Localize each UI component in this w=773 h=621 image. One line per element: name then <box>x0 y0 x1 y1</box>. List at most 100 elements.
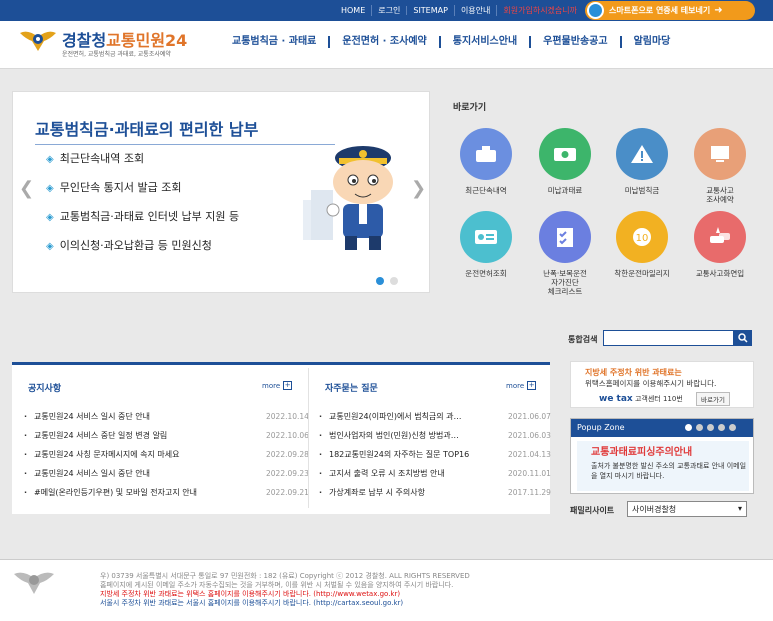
slider-feature-list: ◈ 최근단속내역 조회 ◈ 무인단속 통지서 발급 조회 ◈ 교통범칙금·과태료 인터… <box>46 152 239 268</box>
police-mascot-illustration <box>303 146 393 250</box>
police-emblem-icon <box>14 572 54 594</box>
wetax-banner-line1: 지방세 주정차 위반 과태료는 <box>585 368 682 377</box>
slider-next-button[interactable]: ❯ <box>411 178 426 199</box>
plus-icon: + <box>527 381 537 390</box>
footer-info: 우) 03739 서울특별시 서대문구 통일로 97 민원전화 : 182 (유… <box>100 572 470 608</box>
notice-row-title[interactable]: 교통민원24 서비스 일시 중단 안내 <box>34 468 254 479</box>
smartphone-button[interactable]: 스마트폰으로 연중세 테보네기 ➜ <box>585 1 755 20</box>
family-site-select[interactable]: 사이버경찰청 ▾ <box>627 501 747 517</box>
login-link[interactable]: 로그인 <box>371 5 406 16</box>
notice-row-title[interactable]: #메일(온라인등기우편) 및 모바일 전자고지 안내 <box>34 487 254 498</box>
wetax-banner[interactable]: 지방세 주정차 위반 과태료는 위택스홈페이지를 이용해주시기 바랍니다. we… <box>570 361 754 408</box>
top-utility-bar: HOME 로그인 SITEMAP 이용안내 회원가입하시겠습니까 스마트폰으로 … <box>0 0 773 21</box>
checklist-icon <box>539 211 591 263</box>
quick-item-label: 교통사고 조사예약 <box>706 186 734 204</box>
nav-fines[interactable]: 교통범칙금 · 과태료 <box>232 36 328 48</box>
smartphone-button-label: 스마트폰으로 연중세 테보네기 <box>609 6 711 15</box>
popup-banner[interactable]: 교통과태료피싱주의안내 출처가 불분명한 발신 주소의 교통과태료 안내 이메일… <box>577 441 749 491</box>
popup-dot[interactable] <box>729 424 736 431</box>
quick-links-title: 바로가기 <box>453 103 487 113</box>
quick-item-label: 운전면허조회 <box>465 269 507 278</box>
signup-link[interactable]: 회원가입하시겠습니까 <box>496 5 583 16</box>
guide-link[interactable]: 이용안내 <box>453 5 496 16</box>
faq-row[interactable]: · 182교통민원24의 자주하는 질문 TOP16 2021.04.13 <box>319 445 551 464</box>
footer-wetax-link[interactable]: 지방세 주정차 위반 과태료는 위택스 홈페이지를 이용해주시기 바랍니다. (… <box>100 590 470 599</box>
quick-item-good-driving-mileage[interactable]: 10 착한운전마일리지 <box>607 211 677 278</box>
slider-prev-button[interactable]: ❮ <box>19 178 34 199</box>
notice-row[interactable]: · 교통민원24 서비스 중단 일정 변경 알림 2022.10.06 <box>24 426 309 445</box>
quick-item-label: 교통사고화연입 <box>695 269 745 278</box>
quick-item-recent-violations[interactable]: 최근단속내역 <box>451 128 521 195</box>
faq-row-date: 2021.04.13 <box>508 450 551 459</box>
slider-title: 교통범칙금·과태료의 편리한 납부 <box>35 120 259 139</box>
nav-notice-board[interactable]: 알림마당 <box>619 36 683 48</box>
quick-item-label: 난폭·보복운전 자가진단 체크리스트 <box>543 269 587 296</box>
quick-item-label: 미납과태료 <box>547 186 583 195</box>
faq-row-title[interactable]: 가상계좌로 납부 시 주의사항 <box>329 487 497 498</box>
wetax-contact-text: 고객센터 110번 <box>634 395 683 403</box>
notice-row-title[interactable]: 교통민원24 사칭 문자메시지에 속지 마세요 <box>34 449 254 460</box>
faq-row[interactable]: · 교통민원24(이파인)에서 범칙금의 과… 2021.06.07 <box>319 407 551 426</box>
faq-more-link[interactable]: more + <box>506 381 537 390</box>
bullet-icon: · <box>319 469 323 478</box>
notice-row[interactable]: · 교통민원24 서비스 일시 중단 안내 2022.10.14 <box>24 407 309 426</box>
footer-seoul-link[interactable]: 서울시 주정차 위반 과태료는 서울시 홈페이지를 이용해주시기 바랍니다. (… <box>100 599 470 608</box>
faq-row-date: 2021.06.03 <box>508 431 551 440</box>
slider-item: ◈ 최근단속내역 조회 <box>46 152 239 181</box>
notice-row[interactable]: · #메일(온라인등기우편) 및 모바일 전자고지 안내 2022.09.21 <box>24 483 309 502</box>
slider-dot[interactable] <box>390 277 398 285</box>
quick-item-unpaid-fine[interactable]: 미납과태료 <box>530 128 600 195</box>
search-button[interactable] <box>734 330 752 346</box>
quick-item-unpaid-penalty[interactable]: 미납범칙금 <box>607 128 677 195</box>
diamond-icon: ◈ <box>46 183 54 194</box>
quick-item-license-lookup[interactable]: 운전면허조회 <box>451 211 521 278</box>
notice-more-link[interactable]: more + <box>262 381 293 390</box>
quick-item-traffic-accident[interactable]: 교통사고화연입 <box>685 211 755 278</box>
faq-row-title[interactable]: 법인사업자의 법인(민원)신청 방법과… <box>329 430 497 441</box>
quick-item-accident-reservation[interactable]: 교통사고 조사예약 <box>685 128 755 204</box>
bullet-icon: · <box>319 450 323 459</box>
faq-row-title[interactable]: 고지서 출력 오류 시 조치방법 안내 <box>329 468 497 479</box>
bullet-icon: · <box>319 488 323 497</box>
nav-notification[interactable]: 통지서비스안내 <box>438 36 529 48</box>
notice-row-title[interactable]: 교통민원24 서비스 중단 일정 변경 알림 <box>34 430 254 441</box>
footer-address: 우) 03739 서울특별시 서대문구 통일로 97 민원전화 : 182 (유… <box>100 572 470 580</box>
faq-row[interactable]: · 법인사업자의 법인(민원)신청 방법과… 2021.06.03 <box>319 426 551 445</box>
sitemap-link[interactable]: SITEMAP <box>406 6 454 15</box>
camera-icon <box>460 128 512 180</box>
phone-icon <box>587 2 604 19</box>
nav-returned-mail[interactable]: 우편물반송공고 <box>529 36 619 48</box>
popup-dot[interactable] <box>718 424 725 431</box>
popup-dot[interactable] <box>685 424 692 431</box>
notice-row-title[interactable]: 교통민원24 서비스 일시 중단 안내 <box>34 411 254 422</box>
notice-row-date: 2022.09.21 <box>266 488 309 497</box>
notice-list: · 교통민원24 서비스 일시 중단 안내 2022.10.14 · 교통민원24 서… <box>24 407 309 502</box>
notice-row[interactable]: · 교통민원24 서비스 일시 중단 안내 2022.09.23 <box>24 464 309 483</box>
popup-zone: Popup Zone 교통과태료피싱주의안내 출처가 불분명한 발신 주소의 교… <box>570 418 754 494</box>
faq-row-title[interactable]: 교통민원24(이파인)에서 범칙금의 과… <box>329 411 497 422</box>
faq-row[interactable]: · 고지서 출력 오류 시 조치방법 안내 2020.11.01 <box>319 464 551 483</box>
slider-dot[interactable] <box>376 277 384 285</box>
faq-row-title[interactable]: 182교통민원24의 자주하는 질문 TOP16 <box>329 449 497 460</box>
main-slider: 교통범칙금·과태료의 편리한 납부 ◈ 최근단속내역 조회 ◈ 무인단속 통지서 발… <box>12 91 430 293</box>
quick-item-label: 착한운전마일리지 <box>614 269 670 278</box>
notice-row[interactable]: · 교통민원24 사칭 문자메시지에 속지 마세요 2022.09.28 <box>24 445 309 464</box>
popup-header: Popup Zone <box>571 419 753 437</box>
wetax-shortcut-button[interactable]: 바로가기 <box>696 392 730 406</box>
faq-list: · 교통민원24(이파인)에서 범칙금의 과… 2021.06.07 · 법인사업자의… <box>319 407 551 502</box>
logo[interactable]: 경찰청교통민원24 운전면허, 교통범칙금 과태료, 교통조사예약 <box>18 27 188 63</box>
search-input[interactable] <box>603 330 734 346</box>
quick-item-reckless-driving-checklist[interactable]: 난폭·보복운전 자가진단 체크리스트 <box>530 211 600 296</box>
faq-row[interactable]: · 가상계좌로 납부 시 주의사항 2017.11.29 <box>319 483 551 502</box>
logo-accent: 교통민원24 <box>106 31 188 50</box>
popup-dot[interactable] <box>696 424 703 431</box>
home-link[interactable]: HOME <box>335 6 371 15</box>
slider-item-label: 교통범칙금·과태료 인터넷 납부 지원 등 <box>59 210 240 223</box>
diamond-icon: ◈ <box>46 241 54 252</box>
notice-row-date: 2022.10.06 <box>266 431 309 440</box>
popup-dot[interactable] <box>707 424 714 431</box>
bullet-icon: · <box>24 412 28 421</box>
faq-title: 자주묻는 질문 <box>325 384 378 394</box>
nav-license[interactable]: 운전면허 · 조사예약 <box>328 36 438 48</box>
bullet-icon: · <box>319 412 323 421</box>
